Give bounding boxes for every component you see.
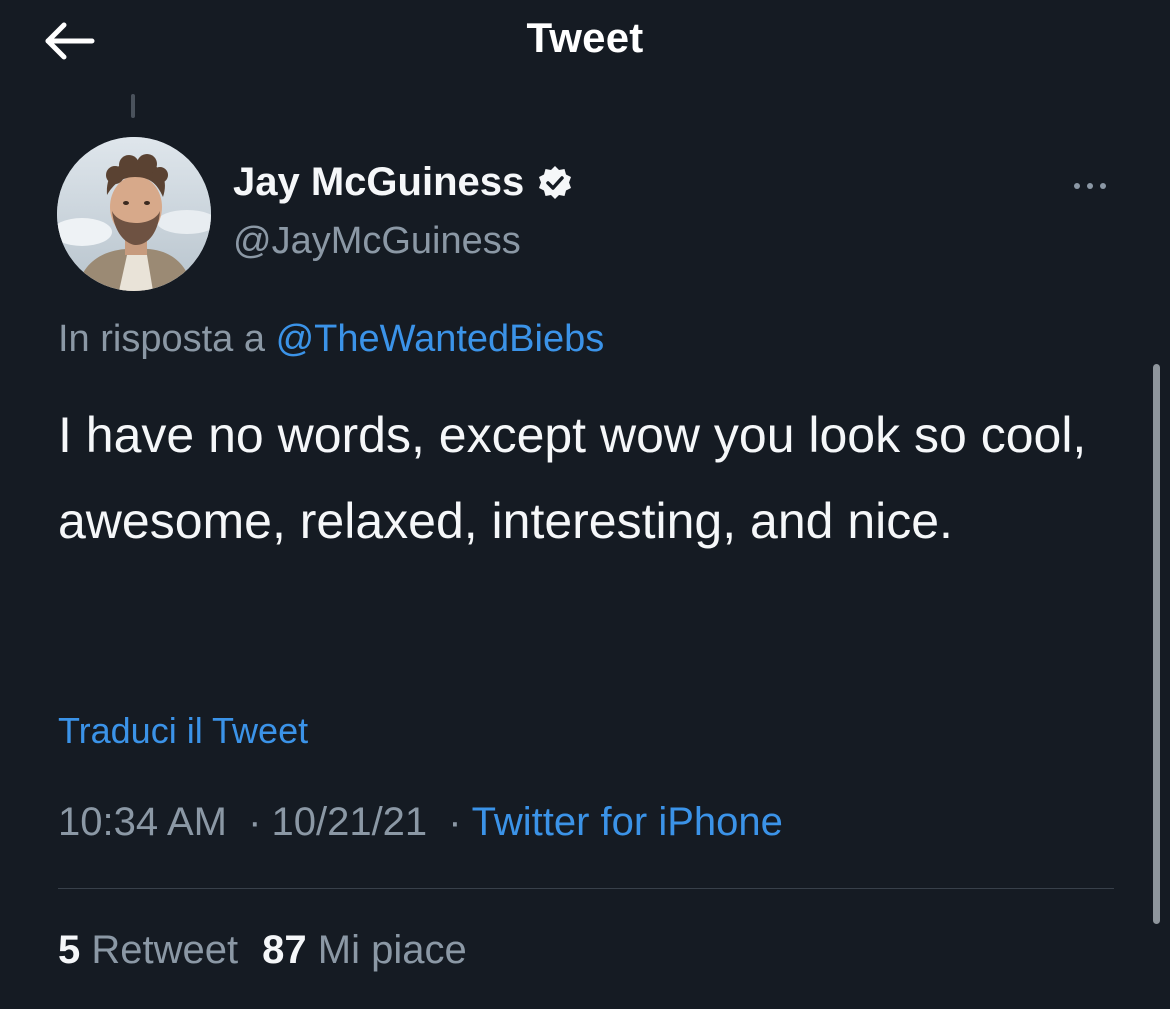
tweet-stats: 5 Retweet 87 Mi piace: [58, 928, 467, 973]
meta-separator: ·: [248, 800, 262, 844]
tweet-text: I have no words, except wow you look so …: [58, 407, 1087, 549]
page-title: Tweet: [526, 14, 644, 61]
reply-prefix: In risposta a: [58, 318, 265, 360]
verified-badge-icon: [536, 164, 574, 202]
author-name-row: Jay McGuiness: [233, 160, 574, 205]
retweets-label: Retweet: [91, 928, 239, 972]
scrollbar[interactable]: [1153, 364, 1160, 924]
more-dots-icon: [1087, 183, 1093, 189]
likes-stat[interactable]: 87 Mi piace: [262, 928, 467, 972]
author-handle[interactable]: @JayMcGuiness: [233, 220, 521, 263]
more-dots-icon: [1074, 183, 1080, 189]
thread-connector: [131, 94, 135, 118]
tweet-detail-screen: Tweet Jay McGuiness @JayMcGuiness In ris…: [0, 0, 1170, 1009]
avatar[interactable]: [57, 137, 211, 291]
tweet-time: 10:34 AM: [58, 800, 228, 844]
divider: [58, 888, 1114, 889]
top-bar: Tweet: [0, 0, 1170, 85]
more-options-button[interactable]: [1060, 166, 1120, 206]
likes-count: 87: [262, 928, 307, 972]
translate-tweet-link[interactable]: Traduci il Tweet: [58, 710, 308, 752]
reply-mention-link[interactable]: @TheWantedBiebs: [276, 318, 605, 360]
likes-label: Mi piace: [317, 928, 467, 972]
tweet-meta: 10:34 AM · 10/21/21 · Twitter for iPhone: [58, 800, 783, 845]
reply-context: In risposta a @TheWantedBiebs: [58, 318, 604, 361]
avatar-image: [57, 137, 211, 291]
more-dots-icon: [1100, 183, 1106, 189]
retweets-count: 5: [58, 928, 81, 972]
retweets-stat[interactable]: 5 Retweet: [58, 928, 238, 972]
tweet-source-link[interactable]: Twitter for iPhone: [472, 800, 783, 844]
tweet-date: 10/21/21: [271, 800, 428, 844]
meta-separator: ·: [448, 800, 462, 844]
author-display-name[interactable]: Jay McGuiness: [233, 160, 524, 205]
